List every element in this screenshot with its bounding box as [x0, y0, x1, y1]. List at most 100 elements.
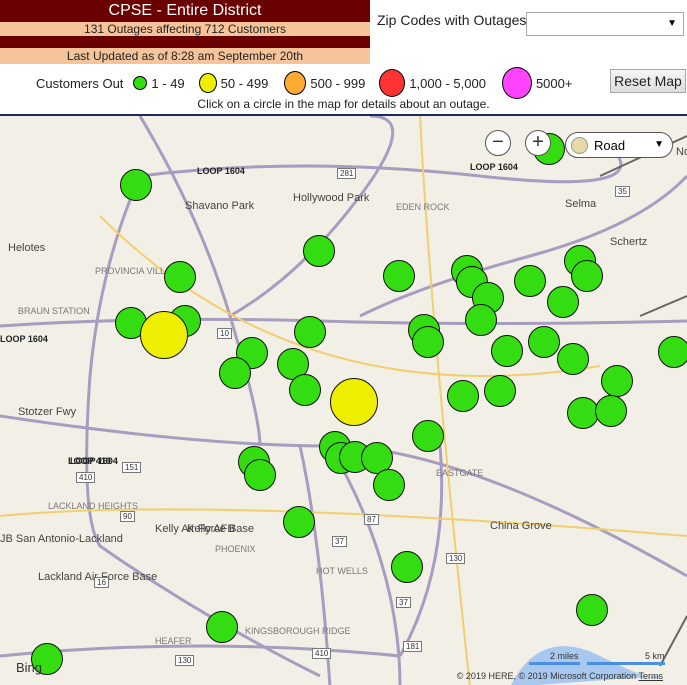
outage-circle-small[interactable]	[412, 326, 444, 358]
route-shield: 410	[312, 648, 332, 659]
legend: Customers Out 1 - 49 50 - 499 500 - 999 …	[36, 67, 572, 99]
map-place-label: Schertz	[610, 236, 648, 248]
zoom-out-button[interactable]: −	[485, 130, 511, 156]
route-shield: 130	[446, 553, 466, 564]
legend-circle-red	[379, 69, 406, 97]
legend-circle-orange	[284, 71, 307, 95]
route-shield: 87	[364, 514, 379, 525]
scale-miles: 2 miles	[550, 651, 579, 661]
map-place-label: LACKLAND HEIGHTS	[48, 501, 139, 511]
outage-circle-small[interactable]	[219, 357, 251, 389]
legend-label: 1 - 49	[151, 75, 185, 91]
outage-circle-small[interactable]	[484, 375, 516, 407]
outage-summary: 131 Outages affecting 712 Customers	[0, 22, 370, 36]
scale-km: 5 km	[645, 651, 665, 661]
map-place-label: Hollywood Park	[293, 192, 370, 204]
map-place-label: China Grove	[490, 520, 552, 532]
last-updated: Last Updated as of 8:28 am September 20t…	[0, 48, 370, 64]
bing-logo: Bing	[16, 660, 43, 675]
map-style-label: Road	[594, 138, 626, 153]
scale-bar-miles	[529, 662, 580, 665]
map-place-label: HEAFER	[155, 636, 192, 646]
route-shield: 16	[94, 577, 109, 588]
globe-icon	[571, 137, 588, 154]
district-header: CPSE - Entire District 131 Outages affec…	[0, 0, 370, 64]
chevron-down-icon: ▼	[667, 18, 677, 29]
outage-circle-small[interactable]	[383, 260, 415, 292]
page-title: CPSE - Entire District	[0, 0, 370, 22]
chevron-down-icon: ▼	[654, 139, 664, 150]
outage-circle-small[interactable]	[595, 395, 627, 427]
route-shield: 90	[120, 511, 135, 522]
map-place-label: EDEN ROCK	[396, 202, 450, 212]
outage-map[interactable]: Shavano Park Hollywood Park EDEN ROCK Selma…	[0, 114, 687, 685]
map-place-label: Stotzer Fwy	[18, 406, 77, 418]
outage-circle-small[interactable]	[303, 235, 335, 267]
map-place-label: PHOENIX	[215, 544, 256, 554]
outage-circle-small[interactable]	[514, 265, 546, 297]
outage-circle-medium[interactable]	[330, 378, 378, 426]
legend-label: 500 - 999	[310, 75, 366, 91]
route-shield: 410	[76, 472, 96, 483]
outage-circle-small[interactable]	[244, 459, 276, 491]
map-place-label: JB San Antonio-Lackland	[0, 533, 123, 545]
map-place-label: Kelly AFB	[187, 523, 235, 535]
zip-label: Zip Codes with Outages	[377, 12, 527, 28]
copyright-text: © 2019 HERE, © 2019 Microsoft Corporatio…	[456, 671, 637, 681]
map-place-label: Shavano Park	[185, 200, 255, 212]
zip-select[interactable]: ▼	[526, 12, 684, 36]
route-shield: 281	[337, 168, 357, 179]
legend-label: 1,000 - 5,000	[409, 75, 486, 91]
terms-link[interactable]: Terms	[639, 671, 664, 681]
outage-circle-small[interactable]	[373, 469, 405, 501]
route-shield: 151	[122, 462, 142, 473]
reset-map-button[interactable]: Reset Map	[610, 69, 686, 93]
outage-circle-small[interactable]	[206, 611, 238, 643]
loop-label: LOOP 1604	[0, 334, 48, 344]
loop-label: LOOP 1604	[197, 166, 245, 176]
scale-bar-km	[587, 662, 665, 665]
map-place-label: HOT WELLS	[316, 566, 368, 576]
outage-circle-small[interactable]	[391, 551, 423, 583]
map-place-label: No	[676, 146, 687, 158]
outage-circle-small[interactable]	[557, 343, 589, 375]
outage-circle-small[interactable]	[571, 260, 603, 292]
outage-circle-small[interactable]	[283, 506, 315, 538]
map-place-label: BRAUN STATION	[18, 306, 90, 316]
legend-title: Customers Out	[36, 75, 124, 91]
route-shield: 37	[396, 597, 411, 608]
divider	[0, 36, 370, 48]
outage-circle-small[interactable]	[547, 286, 579, 318]
outage-circle-small[interactable]	[412, 420, 444, 452]
outage-circle-small[interactable]	[120, 169, 152, 201]
loop-label: LOOP 1604	[470, 162, 518, 172]
zoom-in-button[interactable]: +	[525, 130, 551, 156]
outage-circle-small[interactable]	[576, 594, 608, 626]
legend-circle-green	[133, 76, 148, 90]
map-place-label: Selma	[565, 198, 597, 210]
outage-circle-small[interactable]	[289, 374, 321, 406]
copyright: © 2019 HERE, © 2019 Microsoft Corporatio…	[457, 671, 663, 681]
outage-circle-small[interactable]	[528, 326, 560, 358]
outage-circle-small[interactable]	[294, 316, 326, 348]
hint-label: Click on a circle in the map for details…	[197, 97, 490, 111]
outage-circle-small[interactable]	[447, 380, 479, 412]
map-style-select[interactable]: Road ▼	[565, 132, 673, 158]
legend-circle-yellow	[198, 73, 217, 93]
map-place-label: Helotes	[8, 242, 46, 254]
legend-circle-magenta	[501, 67, 532, 99]
route-shield: 10	[217, 328, 232, 339]
outage-circle-small[interactable]	[164, 261, 196, 293]
outage-circle-medium[interactable]	[140, 311, 188, 359]
outage-circle-small[interactable]	[491, 335, 523, 367]
outage-circle-small[interactable]	[465, 304, 497, 336]
loop-label: LOOP 410	[68, 456, 111, 466]
outage-circle-small[interactable]	[601, 365, 633, 397]
route-shield: 37	[332, 536, 347, 547]
legend-label: 50 - 499	[220, 75, 269, 91]
map-place-label: KINGSBOROUGH RIDGE	[245, 626, 351, 636]
outage-circle-small[interactable]	[658, 336, 687, 368]
legend-label: 5000+	[535, 75, 573, 91]
route-shield: 35	[615, 186, 630, 197]
route-shield: 181	[403, 641, 423, 652]
